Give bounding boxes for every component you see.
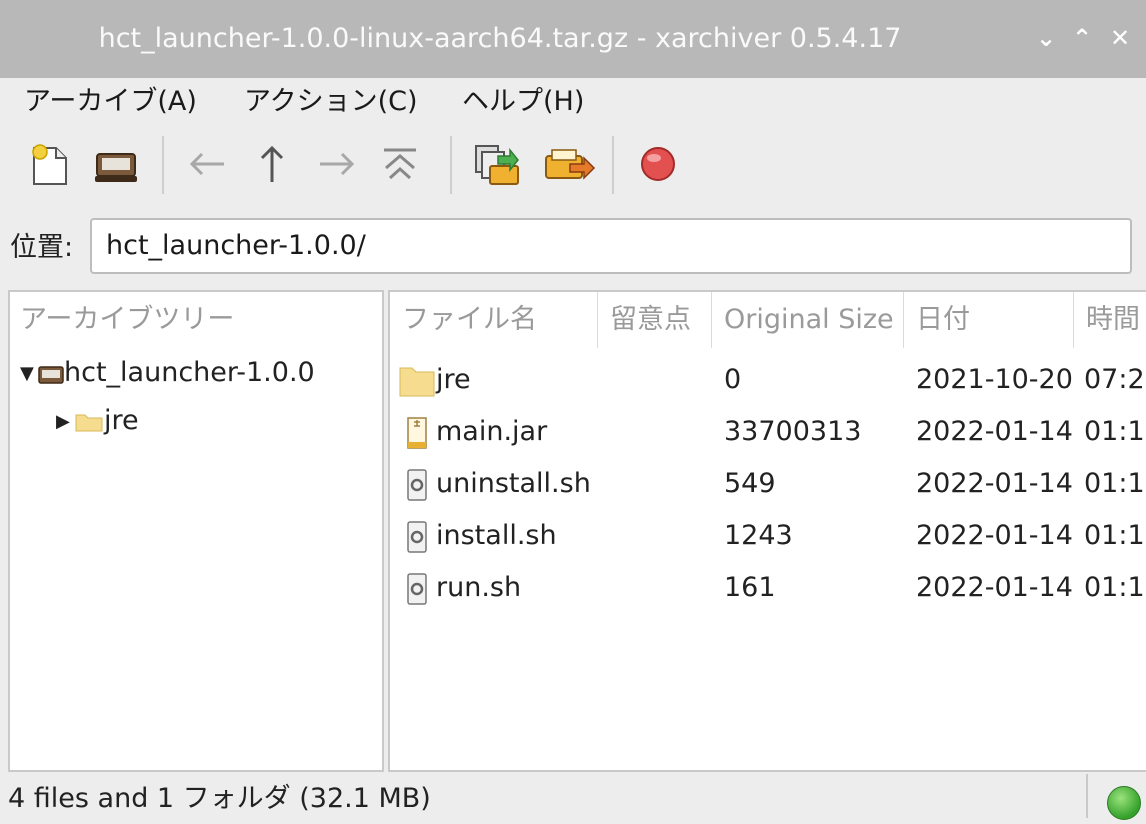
file-date: 2022-01-14 [916, 468, 1073, 499]
location-bar: 位置: hct_launcher-1.0.0/ [0, 208, 1146, 288]
maximize-button[interactable]: ⌃ [1066, 22, 1098, 54]
status-bar: 4 files and 1 フォルダ (32.1 MB) [0, 774, 1146, 820]
script-file-icon [407, 572, 427, 605]
file-size: 33700313 [724, 416, 862, 447]
file-name-cell: uninstall.sh [398, 458, 598, 510]
file-row[interactable]: main.jar 33700313 2022-01-14 01:1 [390, 406, 1146, 458]
file-time: 01:1 [1084, 468, 1145, 499]
title-bar: hct_launcher-1.0.0-linux-aarch64.tar.gz … [0, 0, 1146, 78]
file-date: 2022-01-14 [916, 416, 1073, 447]
menu-help[interactable]: ヘルプ(H) [462, 78, 584, 126]
file-name: jre [436, 364, 471, 395]
jar-file-icon [407, 416, 427, 449]
new-archive-icon [32, 144, 67, 185]
forward-arrow-icon [320, 152, 355, 176]
toolbar-separator [612, 136, 614, 194]
status-indicator-icon [1107, 786, 1141, 820]
file-row[interactable]: uninstall.sh 549 2022-01-14 01:1 [390, 458, 1146, 510]
back-arrow-icon [189, 152, 224, 176]
tree-item-root[interactable]: ▼ hct_launcher-1.0.0 [20, 352, 315, 394]
up-button[interactable] [244, 136, 300, 192]
window-title: hct_launcher-1.0.0-linux-aarch64.tar.gz … [98, 23, 902, 54]
script-file-icon [407, 520, 427, 553]
file-date: 2021-10-20 [916, 364, 1073, 395]
home-icon [384, 148, 416, 180]
file-row[interactable]: jre 0 2021-10-20 07:2 [390, 354, 1146, 406]
file-size: 161 [724, 572, 776, 603]
back-button[interactable] [180, 136, 236, 192]
file-row[interactable]: install.sh 1243 2022-01-14 01:1 [390, 510, 1146, 562]
menu-archive[interactable]: アーカイブ(A) [24, 78, 197, 126]
menu-action[interactable]: アクション(C) [244, 78, 418, 126]
up-arrow-icon [260, 145, 284, 182]
file-name: main.jar [436, 416, 548, 447]
close-button[interactable]: ✕ [1104, 22, 1136, 54]
open-archive-icon [95, 153, 137, 182]
file-name: uninstall.sh [436, 468, 591, 499]
file-time: 07:2 [1084, 364, 1145, 395]
file-time: 01:1 [1084, 416, 1145, 447]
expander-down-icon[interactable]: ▼ [20, 353, 38, 395]
file-date: 2022-01-14 [916, 520, 1073, 551]
script-file-icon [407, 468, 427, 501]
archive-tree: アーカイブツリー ▼ hct_launcher-1.0.0 ▶ jre [8, 290, 384, 772]
file-name-cell: jre [398, 354, 598, 406]
column-header-note[interactable]: 留意点 [598, 292, 712, 348]
file-name: install.sh [436, 520, 557, 551]
file-time: 01:1 [1084, 572, 1145, 603]
column-header-name[interactable]: ファイル名 [390, 292, 598, 348]
file-time: 01:1 [1084, 520, 1145, 551]
stop-button[interactable] [630, 136, 686, 192]
column-header-time[interactable]: 時間 [1074, 292, 1146, 348]
tree-header: アーカイブツリー [20, 304, 235, 335]
column-header-date[interactable]: 日付 [904, 292, 1074, 348]
minimize-button[interactable]: ⌄ [1030, 22, 1062, 54]
status-text: 4 files and 1 フォルダ (32.1 MB) [8, 774, 1088, 818]
file-size: 1243 [724, 520, 793, 551]
location-input[interactable]: hct_launcher-1.0.0/ [90, 218, 1132, 274]
toolbar-separator [450, 136, 452, 194]
stop-icon [641, 147, 675, 181]
tree-item-label: hct_launcher-1.0.0 [64, 357, 315, 388]
expander-right-icon[interactable]: ▶ [56, 401, 74, 443]
archive-icon [38, 365, 64, 384]
extract-icon [475, 145, 519, 185]
folder-icon [399, 367, 435, 396]
home-button[interactable] [372, 136, 428, 192]
file-size: 0 [724, 364, 742, 395]
new-archive-button[interactable] [22, 136, 78, 192]
file-name-cell: main.jar [398, 406, 598, 458]
file-name-cell: run.sh [398, 562, 598, 614]
file-name-cell: install.sh [398, 510, 598, 562]
toolbar [0, 126, 1146, 208]
column-header-size[interactable]: Original Size [712, 292, 904, 348]
file-name: run.sh [436, 572, 522, 603]
file-size: 549 [724, 468, 776, 499]
file-date: 2022-01-14 [916, 572, 1073, 603]
file-list: ファイル名 留意点 Original Size 日付 時間 jre 0 2021… [388, 290, 1146, 772]
add-button[interactable] [540, 136, 596, 192]
folder-icon [75, 414, 103, 431]
location-label: 位置: [10, 232, 74, 263]
tree-item-jre[interactable]: ▶ jre [56, 400, 139, 442]
add-icon [545, 149, 596, 180]
toolbar-separator [162, 136, 164, 194]
open-archive-button[interactable] [88, 136, 144, 192]
file-row[interactable]: run.sh 161 2022-01-14 01:1 [390, 562, 1146, 614]
tree-item-label: jre [104, 405, 139, 436]
forward-button[interactable] [308, 136, 364, 192]
menu-bar: アーカイブ(A) アクション(C) ヘルプ(H) [0, 78, 1146, 126]
extract-button[interactable] [468, 136, 524, 192]
